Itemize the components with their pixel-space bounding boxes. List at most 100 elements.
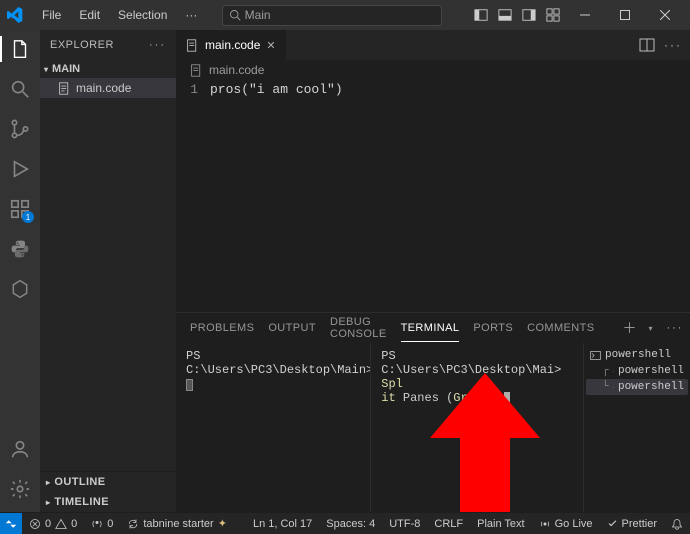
activity-python-icon[interactable] <box>7 236 33 262</box>
terminal-list-label: powershell <box>605 349 671 361</box>
window-close-button[interactable] <box>646 0 684 30</box>
check-icon <box>607 518 618 529</box>
status-prettier[interactable]: Prettier <box>600 518 664 530</box>
editor-more-icon[interactable]: ··· <box>664 38 682 52</box>
window-maximize-button[interactable] <box>606 0 644 30</box>
status-notifications-icon[interactable] <box>664 518 690 530</box>
layout-toggle-sidebar-icon[interactable] <box>470 4 492 26</box>
tree-branch-icon: └ <box>602 381 609 393</box>
status-golive[interactable]: Go Live <box>532 518 600 530</box>
layout-toggle-panel-icon[interactable] <box>494 4 516 26</box>
panel-tab-terminal[interactable]: TERMINAL <box>401 315 460 342</box>
activity-extensions-icon[interactable]: 1 <box>7 196 33 222</box>
status-ports[interactable]: 0 <box>84 518 120 530</box>
status-encoding[interactable]: UTF-8 <box>382 518 427 530</box>
terminal-text: Panes ( <box>396 391 454 405</box>
line-number: 1 <box>176 82 210 97</box>
layout-toggle-secondary-icon[interactable] <box>518 4 540 26</box>
activity-settings-icon[interactable] <box>7 476 33 502</box>
panel-tab-debug-console[interactable]: DEBUG CONSOLE <box>330 309 387 347</box>
status-golive-label: Go Live <box>555 518 593 530</box>
chevron-right-icon: ▸ <box>46 478 50 487</box>
bottom-panel: PROBLEMS OUTPUT DEBUG CONSOLE TERMINAL P… <box>176 312 690 512</box>
activity-explorer-icon[interactable] <box>7 36 33 62</box>
terminal-pane-2[interactable]: PS C:\Users\PC3\Desktop\Mai> Spl it Pane… <box>371 343 584 512</box>
terminal-list-item[interactable]: └ powershell <box>586 379 688 395</box>
menu-more[interactable]: ··· <box>177 5 205 25</box>
tab-close-icon[interactable]: ✕ <box>266 39 275 52</box>
sidebar-outline-header[interactable]: ▸ OUTLINE <box>40 472 176 492</box>
panel-tab-ports[interactable]: PORTS <box>473 315 513 341</box>
chevron-down-icon: ▾ <box>44 65 48 74</box>
activity-source-control-icon[interactable] <box>7 116 33 142</box>
sidebar-more-icon[interactable]: ··· <box>149 39 166 51</box>
panel-tab-problems[interactable]: PROBLEMS <box>190 315 254 341</box>
sidebar-timeline-label: TIMELINE <box>54 496 109 508</box>
status-eol[interactable]: CRLF <box>427 518 470 530</box>
bell-icon <box>671 518 683 530</box>
activity-hexagon-icon[interactable] <box>7 276 33 302</box>
terminal-icon <box>613 366 614 377</box>
breadcrumb[interactable]: main.code <box>176 60 690 80</box>
menu-file[interactable]: File <box>34 5 69 25</box>
status-line-col[interactable]: Ln 1, Col 17 <box>246 518 319 530</box>
terminal-text: ) <box>497 391 504 405</box>
command-center-search[interactable]: Main <box>222 5 442 26</box>
sidebar-folder-name: MAIN <box>52 63 80 75</box>
editor-tabs: main.code ✕ ··· <box>176 30 690 60</box>
sync-icon <box>127 518 139 530</box>
sidebar-title: EXPLORER <box>50 39 114 51</box>
editor-tab[interactable]: main.code ✕ <box>176 30 287 60</box>
editor-tab-label: main.code <box>205 38 260 52</box>
activity-run-debug-icon[interactable] <box>7 156 33 182</box>
title-bar: File Edit Selection ··· Main <box>0 0 690 30</box>
panel-tab-comments[interactable]: COMMENTS <box>527 315 594 341</box>
menu-selection[interactable]: Selection <box>110 5 175 25</box>
terminal-list-item[interactable]: ┌ powershell <box>586 363 688 379</box>
panel-tab-output[interactable]: OUTPUT <box>268 315 316 341</box>
broadcast-icon <box>539 518 551 530</box>
sidebar-folder-header[interactable]: ▾ MAIN <box>40 60 176 78</box>
window-minimize-button[interactable] <box>566 0 604 30</box>
command-center-text: Main <box>245 8 271 22</box>
terminal-new-icon[interactable]: ＋ <box>622 318 636 338</box>
split-editor-icon[interactable] <box>638 36 656 54</box>
status-remote-icon[interactable] <box>0 513 22 534</box>
code-line-content: pros("i am cool") <box>210 82 343 97</box>
search-icon <box>229 9 241 21</box>
customize-layout-icon[interactable] <box>542 4 564 26</box>
status-tabnine-label: tabnine starter <box>143 518 213 530</box>
sidebar-outline-label: OUTLINE <box>54 476 105 488</box>
status-errors-warnings[interactable]: 0 0 <box>22 518 84 530</box>
file-icon <box>190 64 203 77</box>
menu-bar: File Edit Selection ··· <box>34 5 205 25</box>
status-spaces[interactable]: Spaces: 4 <box>319 518 382 530</box>
sidebar-file-item[interactable]: main.code <box>40 78 176 98</box>
status-language[interactable]: Plain Text <box>470 518 532 530</box>
activity-bar: 1 <box>0 30 40 512</box>
terminal-cursor <box>504 392 510 405</box>
sparkle-icon: ✦ <box>218 517 227 530</box>
terminal-text: Spl <box>381 377 403 391</box>
activity-accounts-icon[interactable] <box>7 436 33 462</box>
sidebar-explorer: EXPLORER ··· ▾ MAIN main.code ▸ OUTLINE … <box>40 30 176 512</box>
terminal-list: powershell ┌ powershell └ powershell <box>584 343 690 512</box>
status-prettier-label: Prettier <box>622 518 657 530</box>
menu-edit[interactable]: Edit <box>71 5 108 25</box>
extensions-badge: 1 <box>22 211 34 223</box>
terminal-cursor <box>186 379 193 391</box>
sidebar-file-label: main.code <box>76 81 131 95</box>
terminal-icon <box>590 350 601 361</box>
terminal-list-item[interactable]: powershell <box>586 347 688 363</box>
terminal-pane-1[interactable]: PS C:\Users\PC3\Desktop\Main> <box>176 343 371 512</box>
activity-search-icon[interactable] <box>7 76 33 102</box>
sidebar-timeline-header[interactable]: ▸ TIMELINE <box>40 492 176 512</box>
radio-tower-icon <box>91 518 103 530</box>
code-editor[interactable]: 1 pros("i am cool") <box>176 80 690 99</box>
chevron-right-icon: ▸ <box>46 498 50 507</box>
breadcrumb-file: main.code <box>209 63 264 77</box>
status-tabnine[interactable]: tabnine starter ✦ <box>120 517 234 530</box>
terminal-split-dropdown-icon[interactable]: ▾ <box>648 324 652 333</box>
status-errors-count: 0 <box>45 518 51 530</box>
terminal-more-icon[interactable]: ··· <box>666 322 683 334</box>
